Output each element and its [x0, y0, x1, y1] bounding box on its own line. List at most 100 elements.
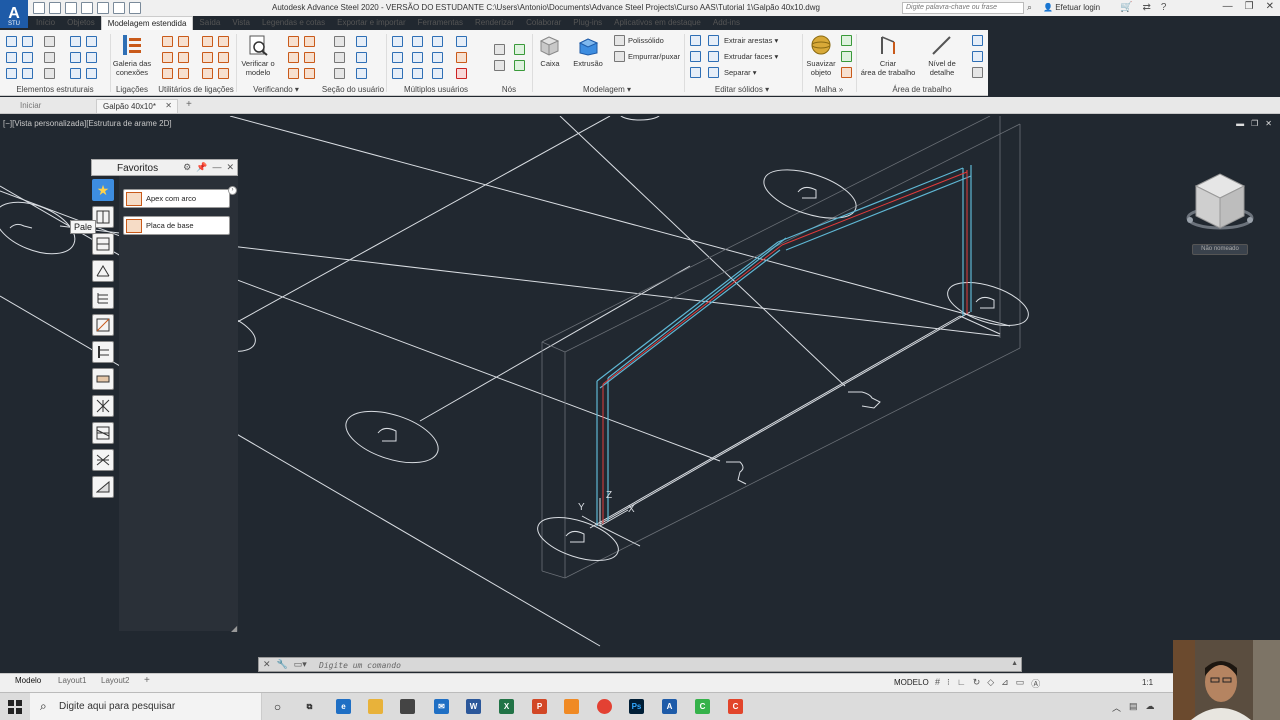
open-icon[interactable]: [49, 2, 61, 14]
tool-purlin-icon[interactable]: [92, 287, 114, 309]
grid-tool-icon[interactable]: [6, 68, 17, 79]
undo-icon[interactable]: [113, 2, 125, 14]
workspace-box-icon[interactable]: [972, 35, 983, 46]
tab-aplicativos[interactable]: Aplicativos em destaque: [608, 16, 707, 30]
solid-union-icon[interactable]: [690, 35, 701, 46]
excel-icon[interactable]: X: [499, 699, 514, 714]
close-icon[interactable]: ✕: [1266, 1, 1274, 12]
user-split-icon[interactable]: [412, 52, 423, 63]
check-model-icon[interactable]: [247, 34, 269, 56]
expand-arrow-icon[interactable]: ›: [228, 186, 237, 195]
close-icon[interactable]: ✕: [263, 659, 271, 670]
user-filter-icon[interactable]: [392, 68, 403, 79]
help-icon[interactable]: ?: [1161, 2, 1167, 13]
joint-check-icon[interactable]: [162, 68, 173, 79]
layout-tab-layout1[interactable]: Layout1: [58, 676, 86, 685]
viewcube[interactable]: [1176, 156, 1266, 256]
rafter-icon[interactable]: [22, 52, 33, 63]
truss-icon[interactable]: [6, 52, 17, 63]
customize-icon[interactable]: 🔧: [277, 659, 288, 670]
user-delete-icon[interactable]: [456, 68, 467, 79]
word-icon[interactable]: W: [466, 699, 481, 714]
powerpoint-icon[interactable]: P: [532, 699, 547, 714]
osnap-icon[interactable]: ◇: [987, 677, 994, 690]
cortana-icon[interactable]: ○: [270, 699, 285, 714]
close-tab-icon[interactable]: ✕: [165, 101, 172, 110]
node-add-icon[interactable]: [514, 44, 525, 55]
layout-tab-layout2[interactable]: Layout2: [101, 676, 129, 685]
separate-icon[interactable]: [708, 67, 719, 78]
workspace-edit-icon[interactable]: [972, 51, 983, 62]
polar-icon[interactable]: ↻: [973, 677, 981, 690]
user-share-icon[interactable]: [412, 36, 423, 47]
delete-marks-icon[interactable]: [304, 68, 315, 79]
save-icon[interactable]: [65, 2, 77, 14]
node-remove-icon[interactable]: [494, 60, 505, 71]
otrack-icon[interactable]: ⊿: [1001, 677, 1009, 690]
history-up-icon[interactable]: ▲: [1011, 660, 1018, 667]
create-workspace-icon[interactable]: [877, 34, 899, 56]
pin-icon[interactable]: 📌: [196, 162, 207, 173]
minimize-icon[interactable]: —: [212, 162, 221, 173]
portal-frame-icon[interactable]: [44, 52, 55, 63]
node-icon[interactable]: [494, 44, 505, 55]
extract-edges-icon[interactable]: [708, 35, 719, 46]
redo-icon[interactable]: [129, 2, 141, 14]
photoshop-icon[interactable]: Ps: [629, 699, 644, 714]
tool-plate-icon[interactable]: [92, 368, 114, 390]
workspace-clear-icon[interactable]: [972, 67, 983, 78]
empurrar-puxar-button[interactable]: Empurrar/puxar: [628, 52, 680, 61]
polysolid-icon[interactable]: [614, 35, 625, 46]
taskbar-search-box[interactable]: ⌕ Digite aqui para pesquisar: [30, 693, 262, 720]
chevron-up-icon[interactable]: ︿: [1112, 701, 1121, 714]
tab-addins[interactable]: Add-ins: [707, 16, 746, 30]
report-icon[interactable]: [304, 52, 315, 63]
mesh-smooth-icon[interactable]: [841, 67, 852, 78]
joint-copy-icon[interactable]: [178, 36, 189, 47]
group-label-editar[interactable]: Editar sólidos ▾: [684, 85, 800, 94]
user-merge-icon[interactable]: [432, 52, 443, 63]
annotation-icon[interactable]: Ⓐ: [1031, 677, 1040, 690]
tab-ferramentas[interactable]: Ferramentas: [412, 16, 469, 30]
joint-icon[interactable]: [162, 36, 173, 47]
joint-box-icon[interactable]: [218, 36, 229, 47]
beam-tool-icon[interactable]: [6, 36, 17, 47]
railing-icon[interactable]: [86, 52, 97, 63]
tab-saida[interactable]: Saída: [193, 16, 226, 30]
circle-tool-icon[interactable]: [44, 68, 55, 79]
store-icon[interactable]: [400, 699, 415, 714]
viewport-restore-icon[interactable]: ❐: [1251, 119, 1258, 128]
app-menu-button[interactable]: A STU: [0, 0, 28, 28]
app-orange-icon[interactable]: [564, 699, 579, 714]
command-input[interactable]: Digite um comando: [319, 661, 401, 670]
restore-icon[interactable]: ❐: [1245, 1, 1254, 12]
joint-explode-icon[interactable]: [178, 68, 189, 79]
tab-objetos[interactable]: Objetos: [61, 16, 101, 30]
smooth-object-icon[interactable]: [810, 34, 832, 56]
joint-transfer-icon[interactable]: [178, 52, 189, 63]
box-solid-icon[interactable]: [538, 34, 560, 56]
suavizar-objeto-button[interactable]: Suavizar objeto: [802, 59, 840, 77]
grid-icon[interactable]: #: [935, 677, 940, 690]
section-rect-icon[interactable]: [356, 52, 367, 63]
task-view-icon[interactable]: ⧉: [302, 699, 317, 714]
marking-icon[interactable]: [288, 52, 299, 63]
favorites-star-icon[interactable]: ★: [92, 179, 114, 201]
nivel-detalhe-button[interactable]: Nível de detalhe: [922, 59, 962, 77]
spiral-icon[interactable]: [86, 68, 97, 79]
user-lock-icon[interactable]: [432, 36, 443, 47]
minimize-icon[interactable]: —: [1223, 1, 1233, 12]
settings-icon[interactable]: ⚙: [183, 162, 191, 173]
column-tool-icon[interactable]: [22, 36, 33, 47]
group-label-malha[interactable]: Malha »: [802, 85, 856, 94]
new-tab-icon[interactable]: +: [186, 99, 192, 110]
presspull-icon[interactable]: [614, 51, 625, 62]
tab-legendas[interactable]: Legendas e cotas: [256, 16, 331, 30]
user-group-icon[interactable]: [392, 52, 403, 63]
layout-tab-modelo[interactable]: Modelo: [15, 676, 41, 685]
windows-start-icon[interactable]: [8, 700, 22, 714]
help-search-input[interactable]: Digite palavra-chave ou frase: [902, 2, 1024, 14]
command-prompt-icon[interactable]: ▭▾: [294, 659, 307, 670]
tool-beam-icon[interactable]: [92, 341, 114, 363]
joint-mark-icon[interactable]: [218, 68, 229, 79]
